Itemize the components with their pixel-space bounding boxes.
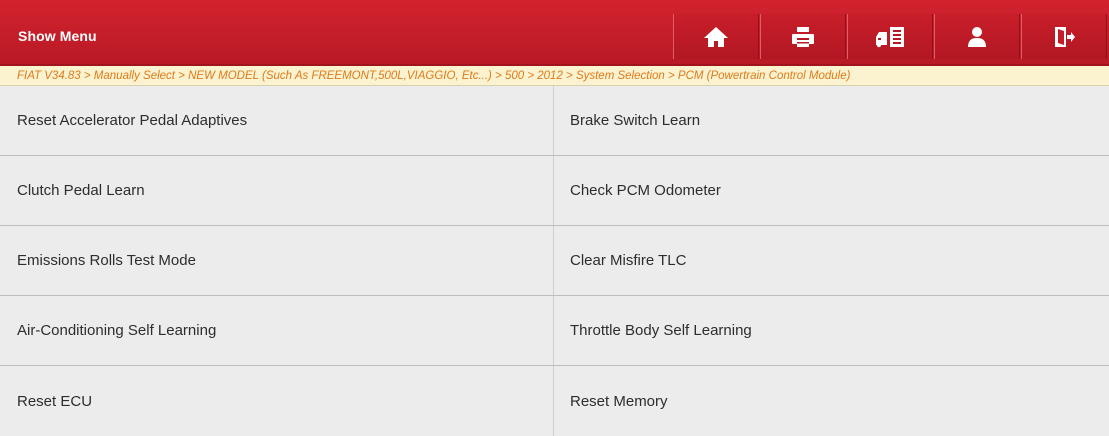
toolbar bbox=[673, 14, 1108, 59]
print-icon bbox=[791, 26, 815, 48]
user-icon bbox=[966, 26, 988, 48]
menu-item-check-pcm-odometer[interactable]: Check PCM Odometer bbox=[554, 156, 1109, 225]
menu-row: Clutch Pedal Learn Check PCM Odometer bbox=[0, 156, 1109, 226]
exit-icon bbox=[1052, 25, 1076, 49]
menu-item-clear-misfire-tlc[interactable]: Clear Misfire TLC bbox=[554, 226, 1109, 295]
breadcrumb: FIAT V34.83 > Manually Select > NEW MODE… bbox=[0, 66, 1109, 86]
menu-item-clutch-pedal-learn[interactable]: Clutch Pedal Learn bbox=[0, 156, 554, 225]
user-button[interactable] bbox=[934, 14, 1020, 59]
print-button[interactable] bbox=[760, 14, 846, 59]
home-button[interactable] bbox=[673, 14, 759, 59]
menu-row: Reset Accelerator Pedal Adaptives Brake … bbox=[0, 86, 1109, 156]
show-menu-button[interactable]: Show Menu bbox=[18, 28, 97, 44]
vehicle-report-button[interactable] bbox=[847, 14, 933, 59]
vehicle-report-icon bbox=[874, 26, 906, 48]
menu-item-emissions-rolls-test-mode[interactable]: Emissions Rolls Test Mode bbox=[0, 226, 554, 295]
menu-row: Emissions Rolls Test Mode Clear Misfire … bbox=[0, 226, 1109, 296]
function-menu-grid: Reset Accelerator Pedal Adaptives Brake … bbox=[0, 86, 1109, 436]
breadcrumb-path: FIAT V34.83 > Manually Select > NEW MODE… bbox=[17, 70, 851, 82]
menu-item-throttle-body-self-learning[interactable]: Throttle Body Self Learning bbox=[554, 296, 1109, 365]
exit-button[interactable] bbox=[1021, 14, 1107, 59]
menu-item-reset-accelerator-pedal-adaptives[interactable]: Reset Accelerator Pedal Adaptives bbox=[0, 86, 554, 155]
menu-item-air-conditioning-self-learning[interactable]: Air-Conditioning Self Learning bbox=[0, 296, 554, 365]
app-window: Show Menu FIAT V34.83 > Manually Select … bbox=[0, 0, 1109, 436]
menu-item-brake-switch-learn[interactable]: Brake Switch Learn bbox=[554, 86, 1109, 155]
home-icon bbox=[703, 26, 729, 48]
header-bar: Show Menu bbox=[0, 0, 1109, 66]
menu-row: Air-Conditioning Self Learning Throttle … bbox=[0, 296, 1109, 366]
